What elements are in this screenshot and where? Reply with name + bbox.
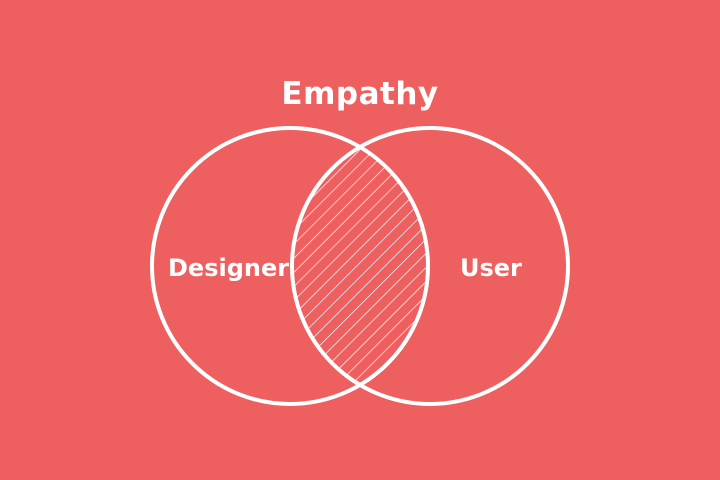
user-label: User — [460, 254, 522, 282]
designer-label: Designer — [168, 254, 290, 282]
venn-diagram-canvas: Empathy Designer User — [0, 0, 720, 480]
diagram-title: Empathy — [281, 76, 439, 112]
venn-diagram — [150, 126, 570, 406]
